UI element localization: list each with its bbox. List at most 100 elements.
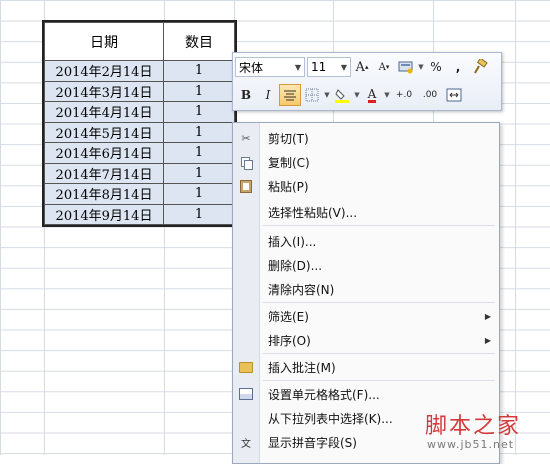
decrease-decimal-icon: .00 [422, 90, 438, 100]
menu-item-insert-comment[interactable]: 插入批注(M) [233, 355, 499, 379]
merge-center-button[interactable] [443, 84, 465, 106]
cell-count[interactable]: 1 [163, 121, 235, 143]
increase-decimal-button[interactable]: +.0 [391, 84, 417, 106]
shrink-font-button[interactable]: A ▾ [373, 56, 395, 78]
accounting-format-icon [398, 61, 413, 74]
table-row: 2014年6月14日 1 [44, 142, 235, 164]
watermark-title: 脚本之家 [425, 414, 522, 439]
menu-item-paste[interactable]: 粘贴(P) [233, 174, 499, 198]
header-row: 日期 数目 [44, 22, 235, 61]
data-table: 日期 数目 2014年2月14日 1 2014年3月14日 1 2014年4月1… [42, 20, 237, 227]
font-size-value: 11 [311, 60, 327, 74]
fill-color-button[interactable] [331, 84, 353, 106]
format-painter-icon [474, 59, 488, 74]
cell-count[interactable]: 1 [163, 60, 235, 82]
font-color-button[interactable]: A [361, 84, 383, 106]
menu-item-delete[interactable]: 删除(D)... [233, 253, 499, 277]
menu-separator [263, 380, 495, 381]
grow-font-icon: A [355, 59, 365, 75]
menu-item-label: 从下拉列表中选择(K)... [268, 411, 393, 426]
cell-date[interactable]: 2014年7月14日 [44, 162, 164, 184]
chevron-down-icon[interactable]: ▼ [383, 91, 391, 99]
fill-color-icon [335, 89, 349, 103]
cell-count[interactable]: 1 [163, 162, 235, 184]
bold-icon: B [240, 88, 252, 102]
phonetic-icon: 文 [241, 438, 251, 450]
percent-style-button[interactable]: % [425, 56, 447, 78]
shrink-font-icon: A [378, 61, 386, 73]
table-row: 2014年2月14日 1 [44, 60, 235, 82]
format-painter-button[interactable] [469, 56, 491, 78]
cell-count[interactable]: 1 [163, 203, 235, 225]
menu-item-cut[interactable]: ✂ 剪切(T) [233, 126, 499, 150]
cell-date[interactable]: 2014年3月14日 [44, 80, 164, 102]
menu-item-filter[interactable]: 筛选(E) ▶ [233, 304, 499, 328]
table-row: 2014年9月14日 1 [44, 203, 235, 225]
font-name-select[interactable]: 宋体 ▼ [235, 57, 305, 77]
align-center-button[interactable] [279, 84, 301, 106]
menu-item-label: 复制(C) [268, 155, 310, 170]
column-line [515, 0, 516, 455]
accounting-format-button[interactable] [395, 56, 417, 78]
comma-icon: , [455, 60, 461, 74]
bold-button[interactable]: B [235, 84, 257, 106]
borders-button[interactable] [301, 84, 323, 106]
menu-item-label: 插入(I)... [268, 234, 317, 249]
chevron-down-icon[interactable]: ▼ [417, 63, 425, 71]
percent-icon: % [430, 60, 442, 74]
menu-item-format-cells[interactable]: 设置单元格格式(F)... [233, 382, 499, 406]
cell-date[interactable]: 2014年4月14日 [44, 101, 164, 123]
decrease-decimal-button[interactable]: .00 [417, 84, 443, 106]
format-cells-icon [233, 382, 259, 406]
table-row: 2014年8月14日 1 [44, 183, 235, 205]
menu-separator [263, 353, 495, 354]
copy-icon [233, 150, 259, 174]
borders-icon [305, 88, 319, 102]
menu-item-clear-contents[interactable]: 清除内容(N) [233, 277, 499, 301]
cell-date[interactable]: 2014年8月14日 [44, 183, 164, 205]
table-row: 2014年5月14日 1 [44, 121, 235, 143]
table-row: 2014年3月14日 1 [44, 80, 235, 102]
cell-date[interactable]: 2014年2月14日 [44, 60, 164, 82]
cell-date[interactable]: 2014年5月14日 [44, 121, 164, 143]
header-count[interactable]: 数目 [163, 22, 235, 61]
font-name-value: 宋体 [239, 60, 264, 75]
mini-toolbar-row-1: 宋体 ▼ 11 ▼ A ▴ A ▾ ▼ % , [235, 55, 499, 79]
italic-icon: I [265, 88, 271, 102]
chevron-right-icon: ▶ [484, 311, 491, 321]
scissors-icon: ✂ [241, 131, 251, 145]
menu-item-label: 插入批注(M) [268, 360, 336, 375]
merge-center-icon [446, 88, 462, 102]
chevron-down-icon: ▼ [340, 62, 347, 72]
italic-button[interactable]: I [257, 84, 279, 106]
watermark-url: www.jb51.net [427, 438, 515, 451]
menu-separator [263, 225, 495, 226]
menu-item-copy[interactable]: 复制(C) [233, 150, 499, 174]
chevron-down-icon[interactable]: ▼ [353, 91, 361, 99]
menu-item-insert[interactable]: 插入(I)... [233, 229, 499, 253]
watermark: 脚本之家 www.jb51.net [415, 408, 550, 455]
menu-item-label: 筛选(E) [268, 309, 309, 324]
cell-count[interactable]: 1 [163, 101, 235, 123]
table-row: 2014年7月14日 1 [44, 162, 235, 184]
header-date[interactable]: 日期 [44, 22, 164, 61]
menu-item-paste-special[interactable]: 选择性粘贴(V)... [233, 200, 499, 224]
menu-item-label: 显示拼音字段(S) [268, 435, 357, 450]
table-row: 2014年4月14日 1 [44, 101, 235, 123]
cell-count[interactable]: 1 [163, 142, 235, 164]
comma-style-button[interactable]: , [447, 56, 469, 78]
grow-font-button[interactable]: A ▴ [351, 56, 373, 78]
comment-icon [233, 355, 259, 379]
cell-date[interactable]: 2014年6月14日 [44, 142, 164, 164]
mini-toolbar-row-2: B I ▼ ▼ A ▼ +.0 .00 [235, 83, 499, 107]
menu-item-sort[interactable]: 排序(O) ▶ [233, 328, 499, 352]
cell-count[interactable]: 1 [163, 183, 235, 205]
mini-toolbar: 宋体 ▼ 11 ▼ A ▴ A ▾ ▼ % , B I ▼ ▼ A ▼ +.0 … [232, 52, 502, 111]
cell-date[interactable]: 2014年9月14日 [44, 203, 164, 225]
chevron-down-icon[interactable]: ▼ [323, 91, 331, 99]
font-size-select[interactable]: 11 ▼ [307, 57, 351, 77]
menu-item-label: 选择性粘贴(V)... [268, 205, 358, 220]
menu-item-label: 剪切(T) [268, 131, 309, 146]
cell-count[interactable]: 1 [163, 80, 235, 102]
menu-item-label: 粘贴(P) [268, 179, 309, 194]
